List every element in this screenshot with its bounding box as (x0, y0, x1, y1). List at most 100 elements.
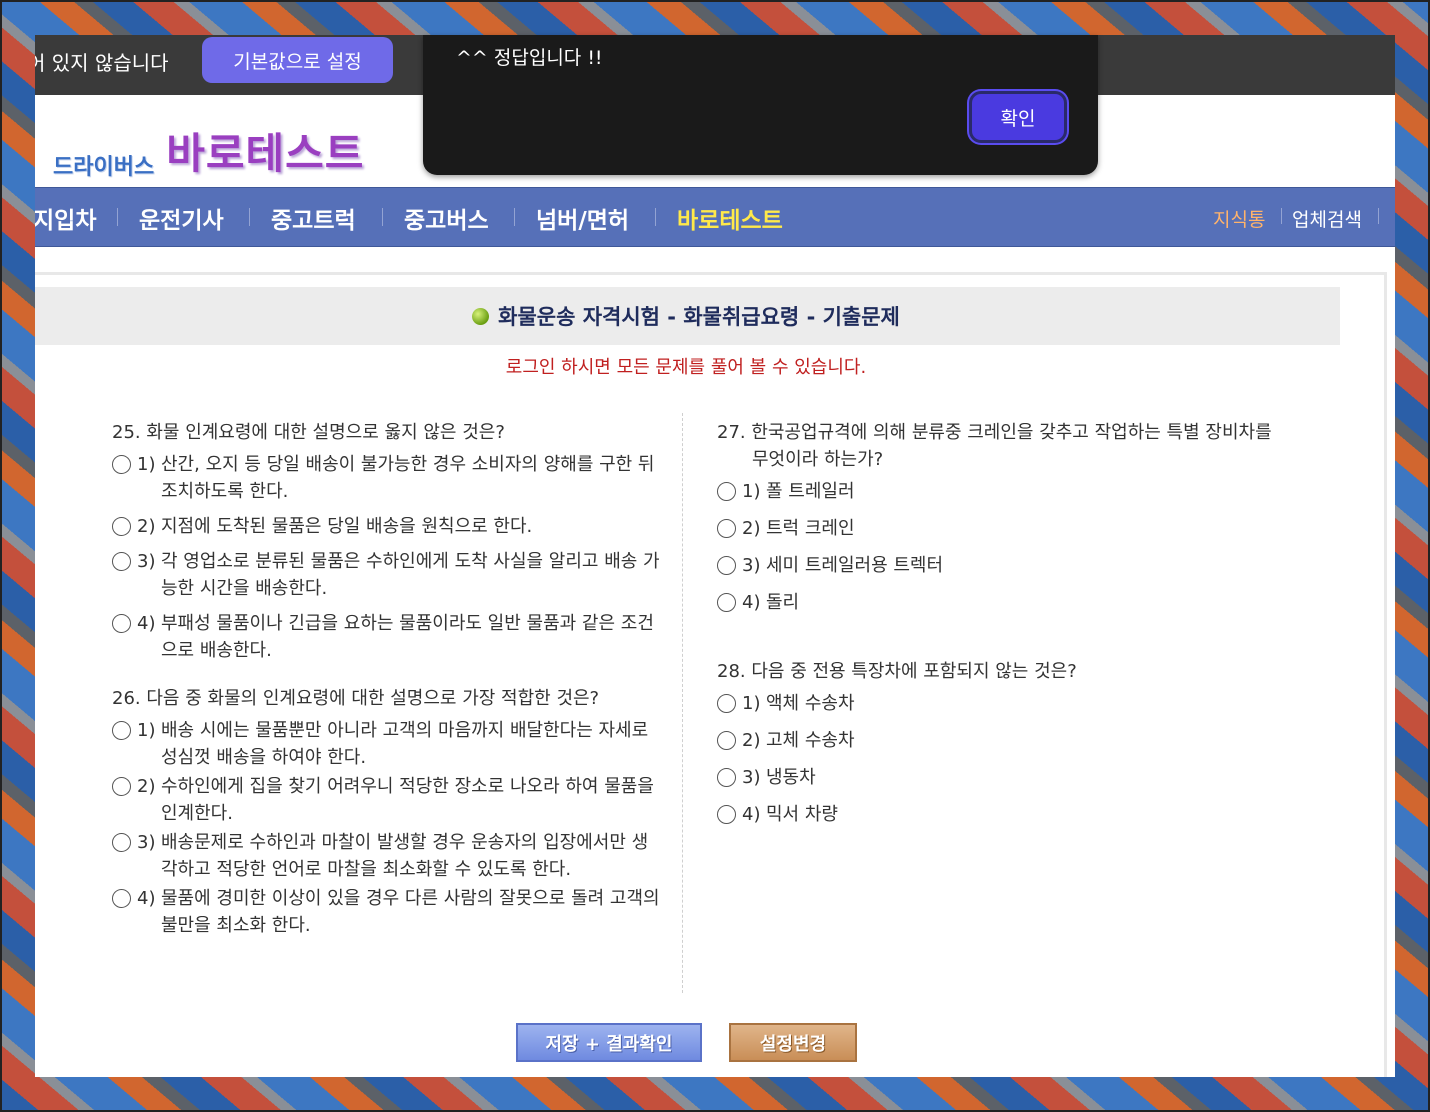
quiz-title-bar: 화물운송 자격시험 - 화물취급요령 - 기출문제 (35, 287, 1340, 345)
quiz-panel: 화물운송 자격시험 - 화물취급요령 - 기출문제 로그인 하시면 모든 문제를… (35, 272, 1387, 1077)
option-3[interactable]: 3) 냉동차 (717, 764, 1277, 791)
option-text: 냉동차 (766, 767, 816, 788)
column-divider (682, 413, 683, 993)
radio-button[interactable] (717, 694, 736, 713)
quiz-title: 화물운송 자격시험 - 화물취급요령 - 기출문제 (498, 305, 900, 329)
answer-toast: ^^ 정답입니다 !! 확인 (423, 35, 1098, 175)
radio-button[interactable] (717, 593, 736, 612)
radio-button[interactable] (717, 482, 736, 501)
login-message: 로그인 하시면 모든 문제를 풀어 볼 수 있습니다. (505, 357, 867, 378)
option-number: 3) (137, 551, 156, 572)
option-text: 세미 트레일러용 트렉터 (766, 555, 944, 576)
option-2[interactable]: 2) 수하인에게 집을 찾기 어려우니 적당한 장소로 나오라 하여 물품을 인… (112, 773, 662, 827)
option-text: 돌리 (766, 592, 800, 613)
green-dot-icon (472, 307, 490, 325)
nav-separator (1281, 208, 1282, 224)
option-number: 2) (742, 730, 761, 751)
radio-button[interactable] (112, 614, 131, 633)
option-number: 3) (742, 555, 761, 576)
option-2[interactable]: 2) 트럭 크레인 (717, 515, 1277, 542)
option-4[interactable]: 4) 믹서 차량 (717, 801, 1277, 828)
option-number: 3) (742, 767, 761, 788)
nav-item-company-search[interactable]: 업체검색 (1292, 205, 1362, 232)
option-number: 4) (137, 888, 156, 909)
radio-button[interactable] (112, 552, 131, 571)
toast-confirm-button[interactable]: 확인 (969, 91, 1067, 143)
nav-separator (655, 208, 656, 226)
option-text: 산간, 오지 등 당일 배송이 불가능한 경우 소비자의 양해를 구한 뒤 조치… (161, 454, 655, 502)
question-26: 26. 다음 중 화물의 인계요령에 대한 설명으로 가장 적합한 것은? 1)… (112, 685, 662, 941)
option-number: 4) (137, 613, 156, 634)
toast-message: ^^ 정답입니다 !! (456, 47, 603, 69)
option-2[interactable]: 2) 고체 수송차 (717, 727, 1277, 754)
question-title: 26. 다음 중 화물의 인계요령에 대한 설명으로 가장 적합한 것은? (112, 688, 600, 709)
option-text: 부패성 물품이나 긴급을 요하는 물품이라도 일반 물품과 같은 조건으로 배송… (161, 613, 654, 661)
option-text: 배송 시에는 물품뿐만 아니라 고객의 마음까지 배달한다는 자세로 성심껏 배… (161, 720, 649, 768)
radio-button[interactable] (717, 731, 736, 750)
site-logo[interactable]: 드라이버스 바로테스트 (53, 127, 364, 181)
option-number: 1) (742, 693, 761, 714)
option-number: 2) (742, 518, 761, 539)
option-number: 4) (742, 804, 761, 825)
radio-button[interactable] (717, 768, 736, 787)
page: 어 있지 않습니다 기본값으로 설정 드라이버스 바로테스트 지입차 운전기사 … (35, 35, 1395, 1077)
option-text: 배송문제로 수하인과 마찰이 발생할 경우 운송자의 입장에서만 생각하고 적당… (161, 832, 649, 880)
main-nav: 지입차 운전기사 중고트럭 중고버스 넘버/면허 바로테스트 지식통 업체검색 (35, 187, 1395, 247)
option-number: 4) (742, 592, 761, 613)
change-settings-button[interactable]: 설정변경 (729, 1023, 857, 1062)
notice-text: 어 있지 않습니다 (35, 51, 169, 75)
nav-item-baro-test[interactable]: 바로테스트 (677, 201, 783, 235)
option-3[interactable]: 3) 각 영업소로 분류된 물품은 수하인에게 도착 사실을 알리고 배송 가능… (112, 548, 662, 602)
option-2[interactable]: 2) 지점에 도착된 물품은 당일 배송을 원칙으로 한다. (112, 513, 662, 540)
logo-big-text: 바로테스트 (166, 129, 365, 178)
nav-separator (249, 208, 250, 226)
radio-button[interactable] (112, 833, 131, 852)
option-text: 트럭 크레인 (766, 518, 855, 539)
option-text: 폴 트레일러 (766, 481, 855, 502)
nav-item-knowledge[interactable]: 지식통 (1213, 205, 1265, 232)
option-3[interactable]: 3) 배송문제로 수하인과 마찰이 발생할 경우 운송자의 입장에서만 생각하고… (112, 829, 662, 883)
nav-separator (514, 208, 515, 226)
option-4[interactable]: 4) 물품에 경미한 이상이 있을 경우 다른 사람의 잘못으로 돌려 고객의 … (112, 885, 662, 939)
option-1[interactable]: 1) 액체 수송차 (717, 690, 1277, 717)
option-1[interactable]: 1) 폴 트레일러 (717, 478, 1277, 505)
radio-button[interactable] (717, 519, 736, 538)
radio-button[interactable] (112, 517, 131, 536)
option-1[interactable]: 1) 산간, 오지 등 당일 배송이 불가능한 경우 소비자의 양해를 구한 뒤… (112, 451, 662, 505)
nav-separator (382, 208, 383, 226)
nav-item-number-license[interactable]: 넘버/면허 (536, 201, 629, 235)
option-number: 3) (137, 832, 156, 853)
option-number: 2) (137, 776, 156, 797)
nav-item-driver[interactable]: 운전기사 (139, 201, 224, 235)
option-4[interactable]: 4) 부패성 물품이나 긴급을 요하는 물품이라도 일반 물품과 같은 조건으로… (112, 610, 662, 664)
radio-button[interactable] (112, 455, 131, 474)
nav-item-used-bus[interactable]: 중고버스 (404, 201, 489, 235)
option-3[interactable]: 3) 세미 트레일러용 트렉터 (717, 552, 1277, 579)
radio-button[interactable] (717, 805, 736, 824)
option-1[interactable]: 1) 배송 시에는 물품뿐만 아니라 고객의 마음까지 배달한다는 자세로 성심… (112, 717, 662, 771)
nav-item-used-truck[interactable]: 중고트럭 (271, 201, 356, 235)
option-text: 믹서 차량 (766, 804, 838, 825)
question-27: 27. 한국공업규격에 의해 분류중 크레인을 갖추고 작업하는 특별 장비차를… (717, 419, 1277, 626)
nav-item-jiipcha[interactable]: 지입차 (35, 201, 96, 235)
option-number: 1) (137, 720, 156, 741)
nav-separator (117, 208, 118, 226)
option-text: 물품에 경미한 이상이 있을 경우 다른 사람의 잘못으로 돌려 고객의 불만을… (161, 888, 660, 936)
radio-button[interactable] (112, 721, 131, 740)
radio-button[interactable] (112, 777, 131, 796)
question-25: 25. 화물 인계요령에 대한 설명으로 옳지 않은 것은? 1) 산간, 오지… (112, 419, 662, 672)
question-title: 27. 한국공업규격에 의해 분류중 크레인을 갖추고 작업하는 특별 장비차를… (717, 422, 1272, 470)
option-number: 1) (742, 481, 761, 502)
save-and-check-button[interactable]: 저장 + 결과확인 (516, 1023, 702, 1062)
option-text: 액체 수송차 (766, 693, 855, 714)
option-text: 고체 수송차 (766, 730, 855, 751)
nav-separator (1378, 208, 1379, 224)
logo-small-text: 드라이버스 (53, 155, 155, 180)
option-text: 수하인에게 집을 찾기 어려우니 적당한 장소로 나오라 하여 물품을 인계한다… (161, 776, 654, 824)
radio-button[interactable] (112, 889, 131, 908)
set-default-button[interactable]: 기본값으로 설정 (202, 37, 393, 83)
option-4[interactable]: 4) 돌리 (717, 589, 1277, 616)
radio-button[interactable] (717, 556, 736, 575)
option-number: 1) (137, 454, 156, 475)
question-title: 28. 다음 중 전용 특장차에 포함되지 않는 것은? (717, 661, 1077, 682)
